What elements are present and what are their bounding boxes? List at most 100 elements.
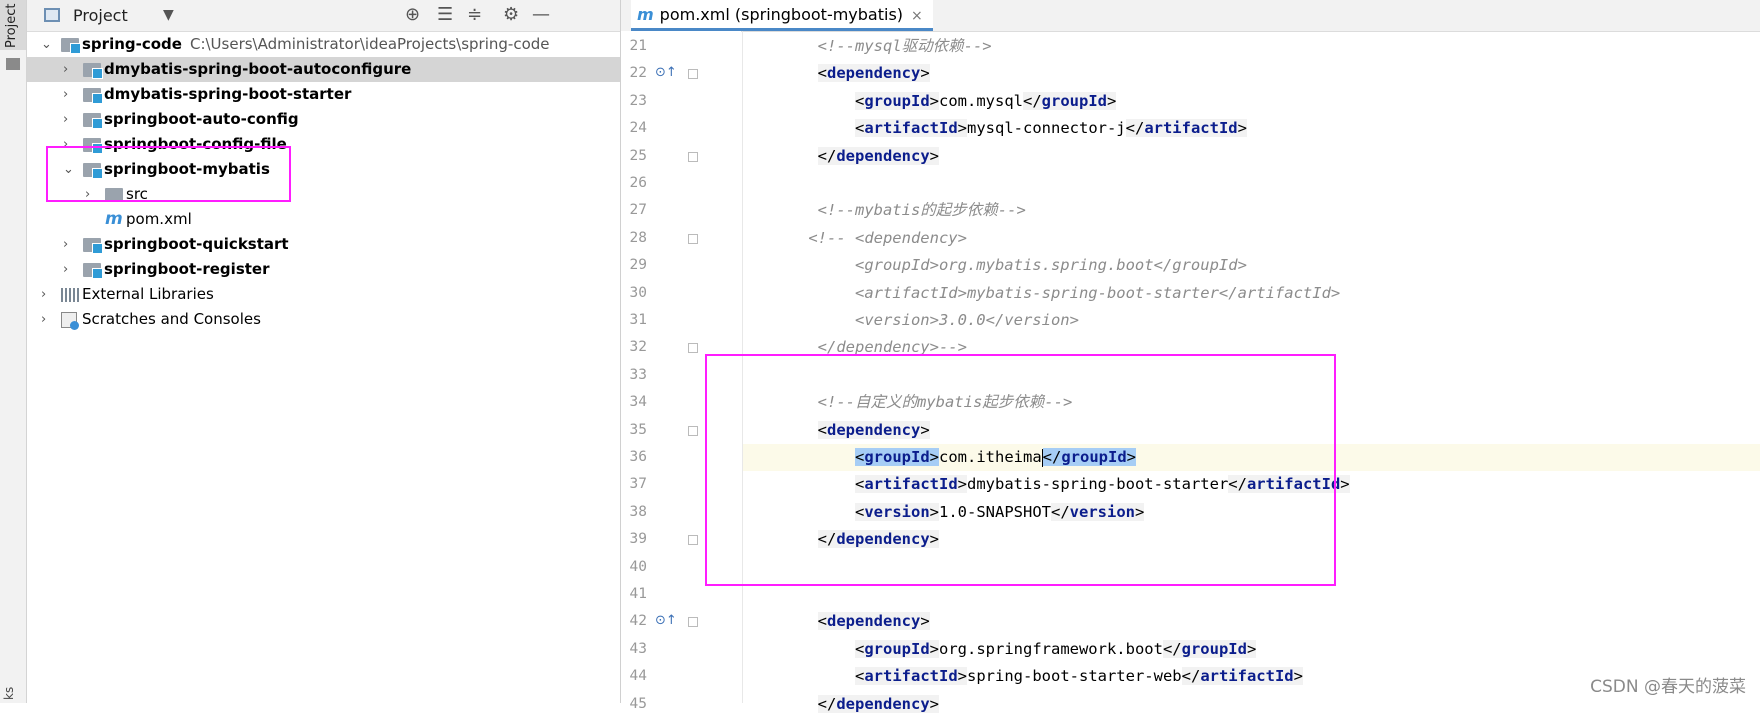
- line-number: 30: [629, 284, 647, 301]
- code-line[interactable]: <!-- <dependency>: [743, 225, 1760, 252]
- chevron-right-icon[interactable]: ›: [63, 232, 77, 257]
- tree-item[interactable]: › dmybatis-spring-boot-starter: [27, 82, 620, 107]
- fold-marker-icon[interactable]: [688, 425, 698, 436]
- module-folder-icon: [83, 113, 103, 129]
- line-number: 31: [629, 312, 647, 328]
- code-line[interactable]: <groupId>com.mysql</groupId>: [743, 88, 1760, 115]
- line-number: 41: [629, 586, 647, 602]
- chevron-right-icon[interactable]: ›: [63, 132, 77, 157]
- module-folder-icon: [83, 88, 103, 104]
- code-area[interactable]: <!--mysql驱动依赖--> <dependency> <groupId>c…: [742, 31, 1760, 713]
- chevron-right-icon[interactable]: ›: [63, 57, 77, 82]
- line-number: 39: [629, 531, 647, 548]
- gear-icon[interactable]: ⚙: [503, 4, 519, 25]
- tree-item[interactable]: › src: [27, 182, 620, 207]
- code-line[interactable]: <dependency>: [743, 60, 1760, 87]
- line-number: 40: [629, 558, 647, 575]
- expand-all-icon[interactable]: ☰: [437, 4, 453, 25]
- tree-item[interactable]: m pom.xml: [27, 207, 620, 232]
- code-line[interactable]: [743, 554, 1760, 581]
- project-tool-tab[interactable]: Project: [0, 0, 26, 50]
- code-line[interactable]: <version>3.0.0</version>: [743, 307, 1760, 334]
- chevron-down-icon[interactable]: ⌄: [41, 32, 55, 57]
- close-icon[interactable]: ×: [911, 8, 923, 24]
- tree-item-label: springboot-quickstart: [104, 235, 289, 253]
- minimize-icon[interactable]: —: [532, 4, 550, 25]
- fold-marker-icon[interactable]: [688, 151, 698, 162]
- editor: m pom.xml (springboot-mybatis) × 21 22 ⊙↑ 23 2…: [621, 0, 1760, 713]
- editor-tab-pom[interactable]: m pom.xml (springboot-mybatis) ×: [631, 0, 933, 31]
- line-number: 26: [629, 175, 647, 191]
- project-panel-title[interactable]: Project: [73, 6, 128, 25]
- tree-item[interactable]: › Scratches and Consoles: [27, 307, 620, 332]
- maven-icon: m: [637, 5, 654, 24]
- fold-marker-icon[interactable]: [688, 343, 698, 354]
- tree-item-label: src: [126, 185, 148, 203]
- code-line[interactable]: <groupId>com.itheima</groupId>: [743, 444, 1760, 471]
- collapse-all-icon[interactable]: ≑: [467, 4, 482, 25]
- locate-icon[interactable]: ⊕: [405, 4, 420, 25]
- override-marker-icon[interactable]: ⊙↑: [655, 613, 677, 628]
- chevron-down-icon[interactable]: ▼: [163, 7, 174, 23]
- tree-item-label: External Libraries: [82, 285, 214, 303]
- chevron-right-icon[interactable]: ›: [63, 82, 77, 107]
- code-line[interactable]: [743, 170, 1760, 197]
- chevron-down-icon[interactable]: ⌄: [63, 157, 77, 182]
- module-folder-icon: [61, 38, 81, 54]
- code-line[interactable]: <artifactId>mysql-connector-j</artifactI…: [743, 115, 1760, 142]
- line-number: 37: [629, 476, 647, 493]
- override-marker-icon[interactable]: ⊙↑: [655, 65, 677, 80]
- code-line[interactable]: <artifactId>dmybatis-spring-boot-starter…: [743, 471, 1760, 498]
- fold-marker-icon[interactable]: [688, 535, 698, 546]
- chevron-right-icon[interactable]: ›: [63, 257, 77, 282]
- editor-tab-bar: m pom.xml (springboot-mybatis) ×: [621, 0, 1760, 32]
- tree-item-path: C:\Users\Administrator\ideaProjects\spri…: [189, 35, 550, 53]
- code-line[interactable]: </dependency>: [743, 143, 1760, 170]
- library-icon: [61, 288, 79, 302]
- project-panel: Project ▼ ⊕ ☰ ≑ ⚙ — ⌄ spring-code C:\Users…: [27, 0, 621, 703]
- tree-item-label: springboot-mybatis: [104, 160, 270, 178]
- tree-item-label: springboot-register: [104, 260, 270, 278]
- tree-item[interactable]: › dmybatis-spring-boot-autoconfigure: [27, 57, 620, 82]
- module-folder-icon: [83, 63, 103, 79]
- module-folder-icon: [83, 238, 103, 254]
- code-line[interactable]: <dependency>: [743, 417, 1760, 444]
- tree-item[interactable]: › springboot-register: [27, 257, 620, 282]
- chevron-right-icon[interactable]: ›: [85, 182, 99, 207]
- tree-item[interactable]: › External Libraries: [27, 282, 620, 307]
- code-line[interactable]: <!--mybatis的起步依赖-->: [743, 197, 1760, 224]
- bottom-tool-tab-label: ks: [2, 686, 16, 700]
- chevron-right-icon[interactable]: ›: [41, 307, 55, 332]
- line-number: 35: [629, 421, 647, 438]
- chevron-right-icon[interactable]: ›: [63, 107, 77, 132]
- tree-item-label: dmybatis-spring-boot-autoconfigure: [104, 60, 412, 78]
- project-panel-header: Project ▼ ⊕ ☰ ≑ ⚙ —: [27, 0, 620, 32]
- tree-item[interactable]: ⌄ spring-code C:\Users\Administrator\ideaP…: [27, 32, 620, 57]
- code-line[interactable]: <!--mysql驱动依赖-->: [743, 33, 1760, 60]
- project-tool-tab-label: Project: [4, 3, 19, 48]
- project-view-icon: [44, 8, 60, 22]
- code-line[interactable]: <groupId>org.springframework.boot</group…: [743, 636, 1760, 663]
- fold-marker-icon[interactable]: [688, 69, 698, 80]
- fold-marker-icon[interactable]: [688, 233, 698, 244]
- folder-icon[interactable]: [6, 58, 20, 70]
- code-line[interactable]: </dependency>-->: [743, 334, 1760, 361]
- tree-item[interactable]: › springboot-quickstart: [27, 232, 620, 257]
- tree-item[interactable]: ⌄ springboot-mybatis: [27, 157, 620, 182]
- code-line[interactable]: <artifactId>mybatis-spring-boot-starter<…: [743, 280, 1760, 307]
- tree-item-label: dmybatis-spring-boot-starter: [104, 85, 352, 103]
- code-line[interactable]: <groupId>org.mybatis.spring.boot</groupI…: [743, 252, 1760, 279]
- code-line[interactable]: <!--自定义的mybatis起步依赖-->: [743, 389, 1760, 416]
- editor-tab-label: pom.xml (springboot-mybatis): [659, 5, 904, 24]
- fold-marker-icon[interactable]: [688, 617, 698, 628]
- code-line[interactable]: [743, 581, 1760, 608]
- code-line[interactable]: [743, 362, 1760, 389]
- code-line[interactable]: <version>1.0-SNAPSHOT</version>: [743, 499, 1760, 526]
- code-line[interactable]: <dependency>: [743, 608, 1760, 635]
- chevron-right-icon[interactable]: ›: [41, 282, 55, 307]
- line-number: 44: [629, 668, 647, 685]
- tree-item[interactable]: › springboot-auto-config: [27, 107, 620, 132]
- code-line[interactable]: </dependency>: [743, 526, 1760, 553]
- tree-item[interactable]: › springboot-config-file: [27, 132, 620, 157]
- folder-icon: [105, 188, 123, 202]
